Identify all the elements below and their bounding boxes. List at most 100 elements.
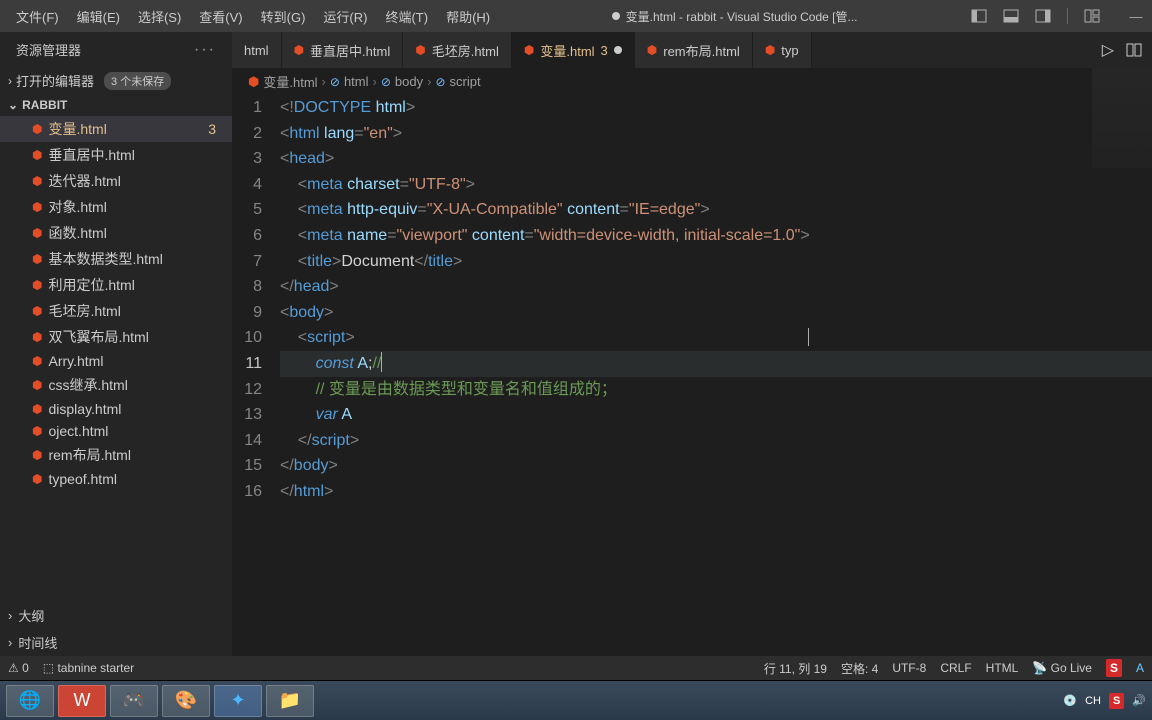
run-icon[interactable]: ▷ (1102, 40, 1114, 60)
file-item[interactable]: ⬢rem布局.html (0, 442, 232, 468)
modified-dot-icon (614, 46, 622, 54)
html-icon: ⬢ (32, 472, 42, 486)
status-cursor[interactable]: 行 11, 列 19 (764, 660, 827, 677)
breadcrumb[interactable]: ⬢ 变量.html› ⊘html› ⊘body› ⊘script (232, 68, 1152, 95)
status-golive[interactable]: 📡 Go Live (1032, 661, 1092, 675)
editor-tabs: html ⬢垂直居中.html ⬢毛坯房.html ⬢变量.html3 ⬢rem… (232, 32, 1152, 68)
file-item[interactable]: ⬢typeof.html (0, 468, 232, 490)
menu-edit[interactable]: 编辑(E) (69, 3, 128, 30)
tab[interactable]: ⬢毛坯房.html (403, 32, 512, 68)
taskbar-paint[interactable]: 🎨 (162, 685, 210, 717)
tab[interactable]: html (232, 32, 282, 68)
layout-controls: — (971, 8, 1144, 24)
code-editor[interactable]: 12345678910111213141516 <!DOCTYPE html> … (232, 95, 1152, 656)
window-title: 变量.html - rabbit - Visual Studio Code [管… (498, 8, 971, 25)
html-icon: ⬢ (32, 378, 42, 392)
status-tabnine[interactable]: ⬚ tabnine starter (43, 661, 134, 675)
menubar: 文件(F) 编辑(E) 选择(S) 查看(V) 转到(G) 运行(R) 终端(T… (8, 3, 498, 30)
code-content[interactable]: <!DOCTYPE html> <html lang="en"> <head> … (280, 95, 1152, 656)
html-icon: ⬢ (294, 43, 304, 57)
file-item[interactable]: ⬢变量.html3 (0, 116, 232, 142)
tab[interactable]: ⬢rem布局.html (635, 32, 753, 68)
menu-terminal[interactable]: 终端(T) (377, 3, 436, 30)
unsaved-badge: 3 个未保存 (104, 72, 171, 90)
timeline-section[interactable]: ›时间线 (0, 629, 232, 656)
tray-ime-toggle[interactable]: S (1109, 693, 1124, 709)
file-item[interactable]: ⬢对象.html (0, 194, 232, 220)
status-language[interactable]: HTML (986, 661, 1019, 675)
outline-section[interactable]: ›大纲 (0, 602, 232, 629)
file-item[interactable]: ⬢display.html (0, 398, 232, 420)
menu-help[interactable]: 帮助(H) (438, 3, 498, 30)
minimap[interactable] (1092, 68, 1152, 168)
explorer-more-icon[interactable]: ··· (194, 41, 216, 59)
file-item[interactable]: ⬢垂直居中.html (0, 142, 232, 168)
taskbar: 🌐 W 🎮 🎨 ✦ 📁 💿 CH S 🔊 (0, 680, 1152, 720)
html-icon: ⬢ (32, 226, 42, 240)
html-icon: ⬢ (32, 448, 42, 462)
explorer-title: 资源管理器 (16, 40, 81, 59)
file-item[interactable]: ⬢函数.html (0, 220, 232, 246)
file-item[interactable]: ⬢Arry.html (0, 350, 232, 372)
file-item[interactable]: ⬢oject.html (0, 420, 232, 442)
minimize-icon[interactable]: — (1128, 8, 1144, 24)
open-editors-section[interactable]: › 打开的编辑器 3 个未保存 (0, 67, 232, 94)
html-icon: ⬢ (32, 304, 42, 318)
tab-active[interactable]: ⬢变量.html3 (512, 32, 635, 68)
html-icon: ⬢ (765, 43, 775, 57)
tab[interactable]: ⬢垂直居中.html (282, 32, 404, 68)
project-section[interactable]: ⌄ RABBIT (0, 94, 232, 116)
menu-run[interactable]: 运行(R) (315, 3, 375, 30)
file-item[interactable]: ⬢利用定位.html (0, 272, 232, 298)
taskbar-explorer[interactable]: 📁 (266, 685, 314, 717)
menu-file[interactable]: 文件(F) (8, 3, 67, 30)
statusbar: ⚠ 0 ⬚ tabnine starter 行 11, 列 19 空格: 4 U… (0, 656, 1152, 680)
tray-ime[interactable]: CH (1085, 695, 1101, 707)
divider (1067, 8, 1068, 24)
customize-layout-icon[interactable] (1084, 8, 1100, 24)
html-icon: ⬢ (32, 174, 42, 188)
status-spaces[interactable]: 空格: 4 (841, 660, 878, 677)
file-item[interactable]: ⬢毛坯房.html (0, 298, 232, 324)
html-icon: ⬢ (415, 43, 425, 57)
taskbar-app[interactable]: 🎮 (110, 685, 158, 717)
file-item[interactable]: ⬢迭代器.html (0, 168, 232, 194)
html-icon: ⬢ (32, 122, 42, 136)
tab-actions: ▷ (1092, 32, 1152, 68)
system-tray[interactable]: 💿 CH S 🔊 (1063, 693, 1146, 709)
titlebar: 文件(F) 编辑(E) 选择(S) 查看(V) 转到(G) 运行(R) 终端(T… (0, 0, 1152, 32)
editor-area: html ⬢垂直居中.html ⬢毛坯房.html ⬢变量.html3 ⬢rem… (232, 32, 1152, 656)
chevron-right-icon: › (8, 635, 12, 650)
tray-icon[interactable]: 🔊 (1132, 694, 1146, 707)
tab[interactable]: ⬢typ (753, 32, 812, 68)
brace-icon: ⊘ (381, 75, 391, 89)
modified-dot-icon (612, 12, 620, 20)
html-icon: ⬢ (32, 330, 42, 344)
explorer-header: 资源管理器 ··· (0, 32, 232, 67)
status-warnings[interactable]: ⚠ 0 (8, 661, 29, 675)
panel-bottom-icon[interactable] (1003, 8, 1019, 24)
file-item[interactable]: ⬢基本数据类型.html (0, 246, 232, 272)
panel-left-icon[interactable] (971, 8, 987, 24)
file-item[interactable]: ⬢css继承.html (0, 372, 232, 398)
menu-goto[interactable]: 转到(G) (253, 3, 314, 30)
chevron-down-icon: ⌄ (8, 98, 18, 112)
html-icon: ⬢ (524, 43, 534, 57)
html-icon: ⬢ (647, 43, 657, 57)
status-eol[interactable]: CRLF (940, 661, 971, 675)
status-encoding[interactable]: UTF-8 (892, 661, 926, 675)
panel-right-icon[interactable] (1035, 8, 1051, 24)
taskbar-wps[interactable]: W (58, 685, 106, 717)
taskbar-chrome[interactable]: 🌐 (6, 685, 54, 717)
taskbar-vscode[interactable]: ✦ (214, 685, 262, 717)
menu-view[interactable]: 查看(V) (191, 3, 250, 30)
split-icon[interactable] (1126, 42, 1142, 58)
tray-icon[interactable]: 💿 (1063, 694, 1077, 707)
ime-indicator[interactable]: S (1106, 659, 1122, 677)
html-icon: ⬢ (32, 402, 42, 416)
ime-mode[interactable]: A (1136, 661, 1144, 675)
chevron-right-icon: › (8, 608, 12, 623)
menu-select[interactable]: 选择(S) (130, 3, 189, 30)
file-item[interactable]: ⬢双飞翼布局.html (0, 324, 232, 350)
html-icon: ⬢ (248, 74, 259, 90)
